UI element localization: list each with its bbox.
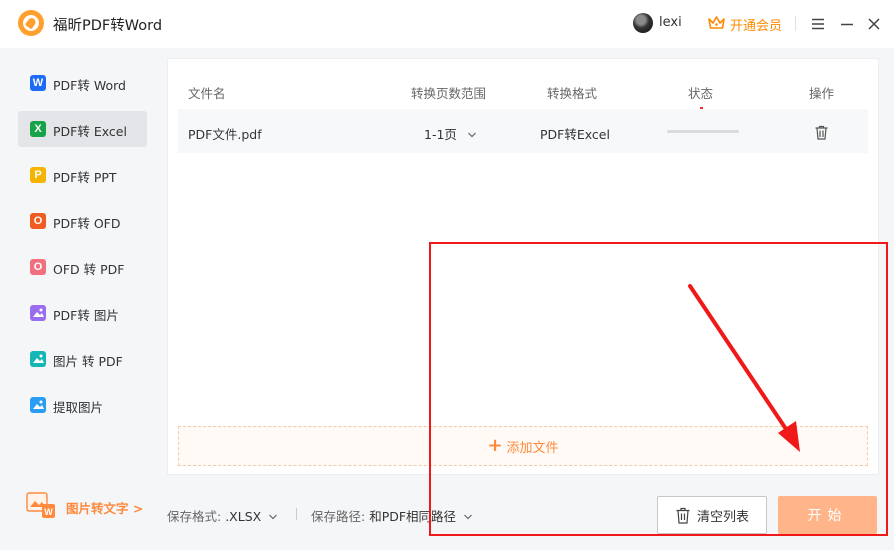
image-pdf-icon [30, 351, 46, 367]
excel-icon: X [30, 121, 46, 137]
save-path-value: 和PDF相同路径 [369, 509, 457, 524]
title-bar: 福昕PDF转Word lexi 开通会员 [0, 0, 894, 48]
app-title: 福昕PDF转Word [53, 18, 163, 34]
user-avatar[interactable] [633, 13, 653, 33]
sidebar-item-pdf-to-excel[interactable]: X PDF转 Excel [18, 111, 147, 147]
table-row[interactable]: PDF文件.pdf 1-1页 PDF转Excel [178, 109, 868, 153]
sidebar-item-pdf-to-word[interactable]: W PDF转 Word [18, 65, 147, 101]
save-format-select[interactable]: 保存格式: .XLSX [167, 506, 278, 525]
header-filename: 文件名 [188, 86, 226, 101]
bottom-divider [296, 508, 297, 520]
sidebar-item-label: PDF转 OFD [53, 216, 121, 231]
save-format-label: 保存格式: [167, 509, 222, 524]
clear-list-label: 清空列表 [696, 509, 749, 525]
sidebar-item-label: PDF转 Excel [53, 124, 127, 139]
delete-file-icon[interactable] [814, 125, 829, 140]
save-format-value: .XLSX [225, 509, 262, 524]
sidebar-item-label: OFD 转 PDF [53, 262, 125, 277]
sidebar-item-ofd-to-pdf[interactable]: O OFD 转 PDF [18, 249, 147, 285]
close-icon[interactable] [866, 16, 882, 32]
sidebar-item-label: PDF转 图片 [53, 308, 119, 323]
ofd-file-icon: O [30, 259, 46, 275]
clear-list-button[interactable]: 清空列表 [657, 496, 767, 534]
sidebar: W PDF转 Word X PDF转 Excel P PDF转 PPT O PD… [0, 48, 160, 550]
minimize-icon[interactable] [839, 16, 855, 32]
header-action: 操作 [809, 86, 835, 101]
image-to-text-promo[interactable]: W 图片转文字 > [26, 492, 156, 522]
chevron-down-icon [269, 514, 278, 520]
sidebar-item-label: PDF转 PPT [53, 170, 117, 185]
menu-icon[interactable] [810, 16, 826, 32]
plus-icon: + [487, 435, 503, 456]
chevron-down-icon [464, 514, 472, 520]
header-status: 状态 [688, 86, 714, 101]
save-path-select[interactable]: 保存路径: 和PDF相同路径 [311, 506, 473, 525]
promo-label: 图片转文字 > [66, 501, 144, 516]
progress-bar [667, 130, 739, 133]
chevron-down-icon [467, 132, 476, 138]
extract-image-icon [30, 397, 46, 413]
sidebar-item-image-to-pdf[interactable]: 图片 转 PDF [18, 341, 147, 377]
sidebar-item-pdf-to-image[interactable]: PDF转 图片 [18, 295, 147, 331]
page-range-value: 1-1页 [424, 127, 457, 142]
sidebar-item-label: 提取图片 [53, 400, 104, 415]
word-icon: W [30, 75, 46, 91]
sidebar-item-extract-images[interactable]: 提取图片 [18, 387, 147, 423]
save-path-label: 保存路径: [311, 509, 366, 524]
sidebar-item-label: PDF转 Word [53, 78, 126, 93]
output-format: PDF转Excel [540, 127, 610, 142]
add-files-button[interactable]: + 添加文件 [178, 426, 868, 466]
app-logo-icon [18, 10, 44, 36]
start-button[interactable]: 开始 [778, 496, 877, 534]
crown-icon[interactable] [708, 16, 725, 30]
title-divider [795, 16, 796, 31]
trash-icon [676, 507, 690, 524]
ofd-icon: O [30, 213, 46, 229]
sidebar-item-pdf-to-ppt[interactable]: P PDF转 PPT [18, 157, 147, 193]
sidebar-item-label: 图片 转 PDF [53, 354, 123, 369]
file-list-panel: 文件名 转换页数范围 转换格式 状态 操作 PDF文件.pdf 1-1页 PDF… [167, 58, 879, 475]
header-page-range: 转换页数范围 [411, 86, 487, 101]
image-icon [30, 305, 46, 321]
ppt-icon: P [30, 167, 46, 183]
vip-link[interactable]: 开通会员 [730, 15, 782, 34]
add-files-label: 添加文件 [506, 440, 559, 456]
page-range-select[interactable]: 1-1页 [424, 124, 477, 143]
sidebar-item-pdf-to-ofd[interactable]: O PDF转 OFD [18, 203, 147, 239]
username[interactable]: lexi [659, 15, 682, 30]
promo-badge: W [44, 507, 53, 517]
header-format: 转换格式 [547, 86, 598, 101]
image-to-text-icon: W [26, 492, 55, 518]
file-name: PDF文件.pdf [188, 127, 262, 142]
